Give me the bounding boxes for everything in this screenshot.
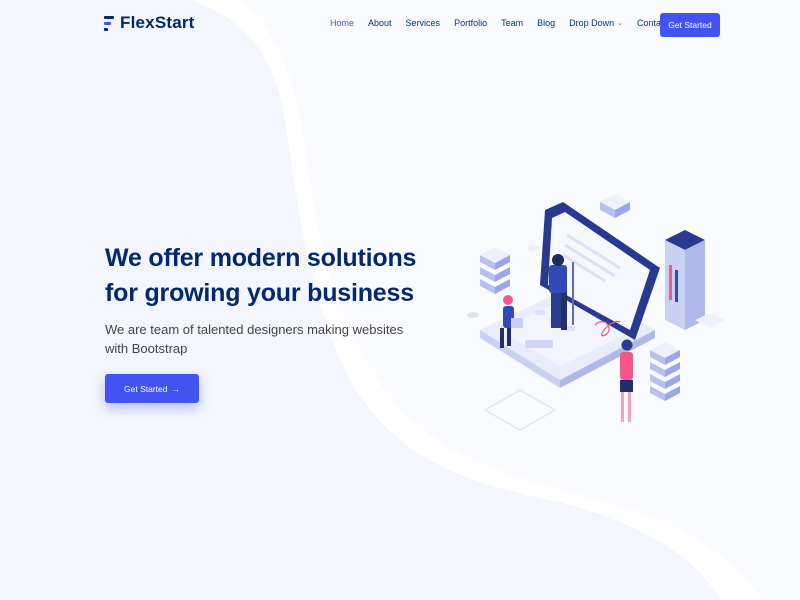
hero-button-label: Get Started <box>124 383 168 394</box>
brand-name: FlexStart <box>120 13 195 32</box>
nav-item-team[interactable]: Team <box>501 18 523 28</box>
hero-title-line2: for growing your business <box>105 279 414 307</box>
nav-item-portfolio[interactable]: Portfolio <box>454 18 487 28</box>
nav-item-blog[interactable]: Blog <box>537 18 555 28</box>
main-nav: Home About Services Portfolio Team Blog … <box>330 18 682 28</box>
hero-title: We offer modern solutions for growing yo… <box>105 241 425 311</box>
nav-item-services[interactable]: Services <box>406 18 441 28</box>
hero-subtitle: We are team of talented designers making… <box>105 320 405 358</box>
hero-title-line1: We offer modern solutions <box>105 244 417 272</box>
hero-get-started-button[interactable]: Get Started → <box>105 374 199 403</box>
hero-illustration <box>467 194 725 431</box>
nav-item-home[interactable]: Home <box>330 18 354 28</box>
chevron-down-icon: ⌄ <box>617 20 624 27</box>
nav-item-dropdown-label: Drop Down <box>569 18 615 28</box>
nav-item-dropdown[interactable]: Drop Down ⌄ <box>569 18 623 28</box>
hero-subtitle-line1: We are team of talented designers making… <box>105 322 404 337</box>
site-header: FlexStart Home About Services Portfolio … <box>0 0 800 50</box>
header-get-started-button[interactable]: Get Started <box>660 13 720 37</box>
arrow-right-icon: → <box>171 383 180 394</box>
brand-logo[interactable]: FlexStart <box>104 13 195 33</box>
logo-icon <box>104 14 114 32</box>
hero-subtitle-line2: with Bootstrap <box>105 341 188 356</box>
nav-item-about[interactable]: About <box>368 18 392 28</box>
